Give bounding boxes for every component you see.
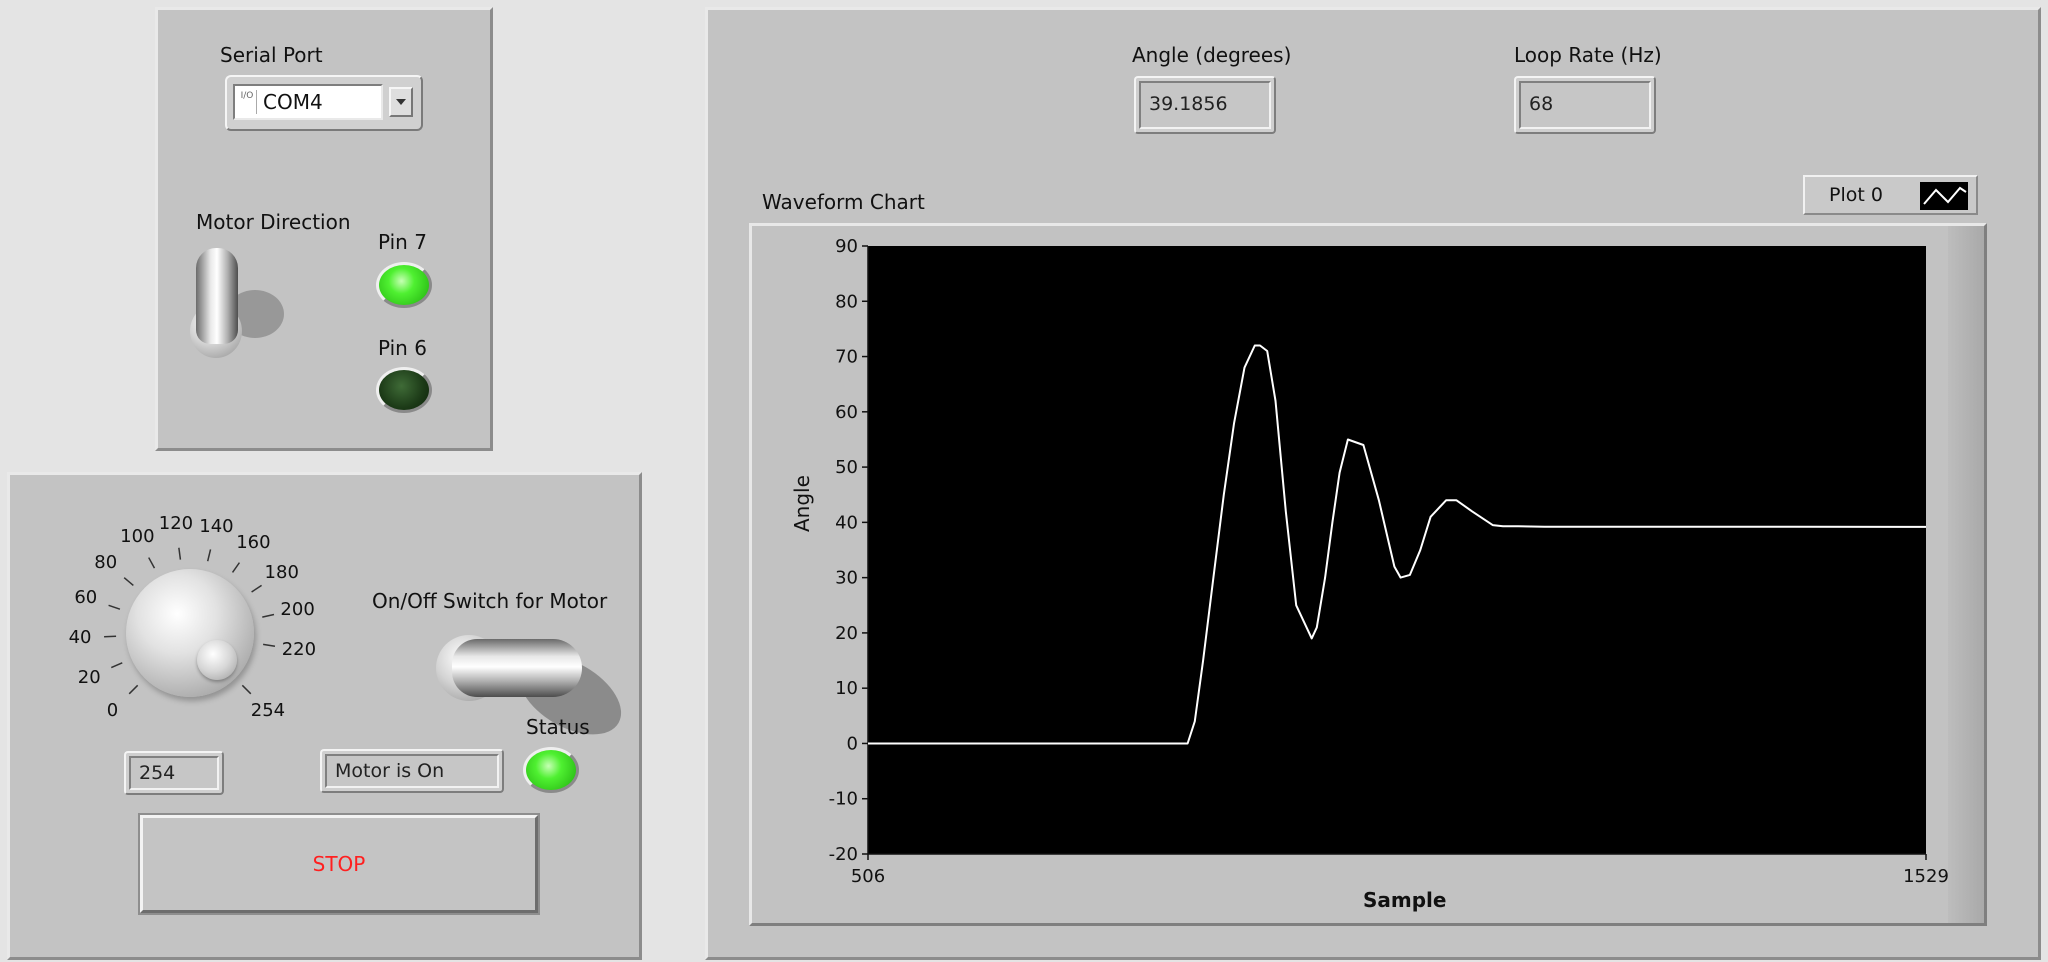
angle-label: Angle (degrees) <box>1132 43 1292 67</box>
x-tick-label: 1529 <box>1903 866 1949 887</box>
angle-value: 39.1856 <box>1139 81 1271 129</box>
knob-tick-mark <box>178 547 182 560</box>
knob-tick-mark <box>128 684 139 695</box>
y-tick-label: 10 <box>835 678 858 699</box>
toggle-lever[interactable] <box>196 248 238 344</box>
serial-port-value[interactable]: COM4 <box>263 90 323 114</box>
x-axis-label: Sample <box>1363 888 1447 912</box>
knob-pointer <box>196 639 237 680</box>
io-resource-icon: I/O <box>238 90 257 114</box>
knob-scale-label: 40 <box>68 627 92 649</box>
angle-display: 39.1856 <box>1134 76 1276 134</box>
y-tick-label: 50 <box>835 457 858 478</box>
motor-switch-label: On/Off Switch for Motor <box>372 589 608 613</box>
y-tick-label: -10 <box>829 789 858 810</box>
pin7-label: Pin 7 <box>378 230 427 254</box>
legend-series-name: Plot 0 <box>1829 184 1883 206</box>
loop-rate-display: 68 <box>1514 76 1656 134</box>
knob-body[interactable] <box>126 569 254 697</box>
waveform-chart[interactable]: 90 80 70 60 50 40 30 20 10 0 -10 -20506 1529 <box>788 232 1968 932</box>
y-tick-label: 60 <box>835 402 858 423</box>
loop-rate-label: Loop Rate (Hz) <box>1514 43 1662 67</box>
motor-status-text: Motor is On <box>325 754 499 788</box>
serial-port-field[interactable]: I/O COM4 <box>233 84 383 120</box>
knob-tick-mark <box>241 684 252 695</box>
knob-scale-label: 220 <box>281 639 317 661</box>
y-axis-label: Angle <box>790 475 814 532</box>
pin6-label: Pin 6 <box>378 336 427 360</box>
x-tick-label: 506 <box>851 866 885 887</box>
line-plot-icon <box>1923 186 1967 205</box>
y-tick-label: 20 <box>835 623 858 644</box>
loop-rate-value: 68 <box>1519 81 1651 129</box>
knob-scale-label: 254 <box>250 700 286 722</box>
knob-scale-label: 180 <box>264 561 299 583</box>
pin7-led <box>376 262 432 308</box>
motor-control-panel: 0 20 40 60 80 100 120 140 160 180 200 220 254 254 On… <box>7 472 642 960</box>
motor-direction-label: Motor Direction <box>196 210 351 234</box>
knob-tick-mark <box>262 613 275 618</box>
knob-tick-mark <box>148 557 156 569</box>
knob-tick-mark <box>231 562 241 573</box>
knob-tick-mark <box>108 604 121 610</box>
plot-area <box>868 246 1926 854</box>
knob-tick-mark <box>206 549 212 562</box>
y-tick-label: 70 <box>835 347 858 368</box>
motor-status-text-display: Motor is On <box>320 749 504 793</box>
pin6-led <box>376 367 432 413</box>
stop-button[interactable]: STOP <box>140 815 538 913</box>
y-tick-label: 30 <box>835 568 858 589</box>
speed-value[interactable]: 254 <box>129 756 219 790</box>
serial-port-label: Serial Port <box>220 43 323 67</box>
serial-port-selector[interactable]: I/O COM4 <box>225 75 423 131</box>
speed-knob-dial[interactable]: 0 20 40 60 80 100 120 140 160 180 200 220 254 <box>50 513 320 731</box>
y-tick-label: 80 <box>835 291 858 312</box>
y-tick-label: 90 <box>835 236 858 257</box>
knob-scale-label: 60 <box>74 587 98 609</box>
serial-port-dropdown-button[interactable] <box>389 87 413 117</box>
legend-plot-swatch-icon[interactable] <box>1920 182 1968 210</box>
knob-scale-label: 120 <box>158 513 194 535</box>
switch-lever[interactable] <box>452 639 582 697</box>
knob-scale-label: 100 <box>120 526 155 548</box>
knob-scale-label: 0 <box>106 700 119 722</box>
knob-scale-label: 160 <box>236 532 271 554</box>
y-tick-label: -20 <box>829 844 858 865</box>
motor-direction-toggle[interactable] <box>190 248 290 368</box>
knob-scale-label: 20 <box>77 666 101 688</box>
y-tick-label: 40 <box>835 512 858 533</box>
knob-scale-label: 80 <box>94 551 118 573</box>
speed-value-display[interactable]: 254 <box>124 751 224 795</box>
chart-panel: Angle (degrees) 39.1856 Loop Rate (Hz) 6… <box>705 7 2041 960</box>
y-tick-label: 0 <box>847 733 858 754</box>
plot-legend[interactable]: Plot 0 <box>1803 175 1978 215</box>
chevron-down-icon <box>396 99 406 105</box>
knob-scale-label: 200 <box>280 598 315 620</box>
knob-tick-mark <box>123 577 134 586</box>
status-label: Status <box>526 715 590 739</box>
status-led <box>523 747 579 793</box>
knob-tick-mark <box>104 635 117 638</box>
knob-scale-label: 140 <box>199 515 234 537</box>
chart-title: Waveform Chart <box>762 190 925 214</box>
knob-tick-mark <box>263 643 276 647</box>
serial-direction-panel: Serial Port I/O COM4 Motor Direction Pin… <box>155 7 493 451</box>
knob-tick-mark <box>251 584 262 593</box>
knob-tick-mark <box>110 662 123 669</box>
